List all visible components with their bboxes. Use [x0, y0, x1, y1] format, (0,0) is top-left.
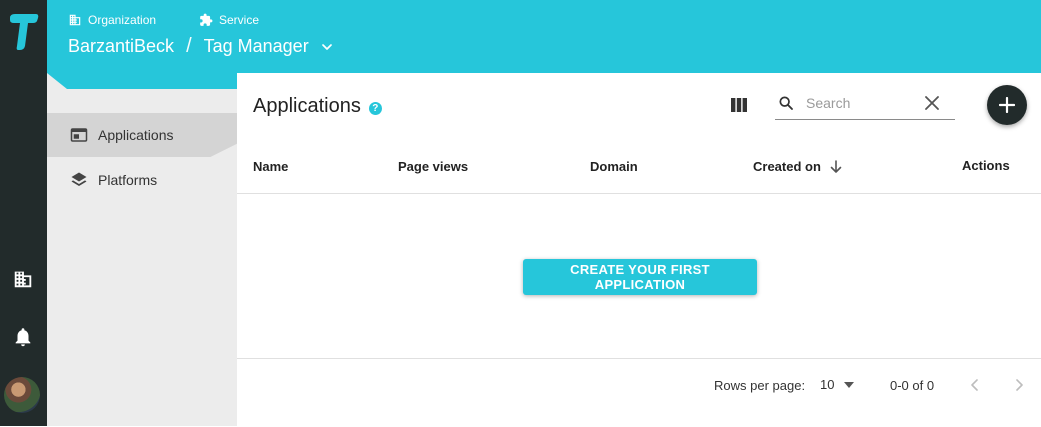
column-header-label: Created on [753, 159, 821, 174]
breadcrumb-separator: / [186, 35, 192, 57]
organization-small-icon [69, 14, 81, 26]
search-icon [779, 96, 793, 110]
secondary-nav: Applications Platforms [47, 73, 237, 426]
column-header-name[interactable]: Name [253, 159, 288, 174]
columns-view-icon[interactable] [731, 98, 747, 112]
chevron-down-icon[interactable] [319, 39, 335, 55]
arrow-down-icon [830, 159, 842, 173]
caret-down-icon [844, 381, 855, 388]
organization-crumb-label: Organization [68, 13, 156, 27]
nav-item-applications[interactable]: Applications [47, 113, 237, 157]
previous-page-icon[interactable] [966, 376, 984, 394]
layers-icon [71, 172, 87, 186]
service-name-link[interactable]: Tag Manager [204, 36, 309, 57]
user-avatar[interactable] [4, 377, 40, 413]
application-window-icon [70, 128, 88, 142]
close-icon[interactable] [925, 96, 939, 110]
rows-per-page-label: Rows per page: [714, 378, 806, 393]
service-label: Service [219, 13, 260, 27]
table-header: Name Page views Domain Created on Action… [237, 145, 1041, 194]
nav-item-label: Applications [98, 127, 174, 143]
column-header-label: Page views [398, 159, 469, 174]
rows-per-page-value: 10 [820, 377, 835, 392]
page-title: Applications ? [253, 95, 382, 118]
add-application-button[interactable] [987, 85, 1027, 125]
column-header-label: Actions [962, 158, 1010, 173]
app-logo[interactable] [8, 12, 40, 52]
plus-icon [999, 97, 1015, 113]
app-rail [0, 0, 47, 426]
organization-icon[interactable] [12, 268, 34, 290]
search-field [775, 90, 955, 120]
header-notch [47, 73, 237, 89]
top-header: Organization Service BarzantiBeck / Tag … [47, 0, 1041, 73]
nav-item-label: Platforms [98, 172, 158, 188]
column-header-label: Domain [590, 159, 638, 174]
column-header-page-views[interactable]: Page views [398, 159, 468, 174]
breadcrumb: BarzantiBeck / Tag Manager [68, 35, 335, 58]
help-icon[interactable]: ? [368, 101, 382, 115]
next-page-icon[interactable] [1010, 376, 1028, 394]
column-header-actions: Actions [962, 158, 1010, 173]
nav-item-platforms[interactable]: Platforms [47, 158, 237, 202]
puzzle-icon [200, 13, 213, 26]
rows-per-page-select[interactable]: 10 [820, 377, 855, 392]
table-pagination: Rows per page: 10 0-0 of 0 [237, 358, 1041, 427]
column-header-domain[interactable]: Domain [590, 159, 638, 174]
column-header-created-on[interactable]: Created on [753, 159, 843, 174]
main-content: Applications ? Name Page views Domain [237, 73, 1041, 426]
column-header-label: Name [253, 159, 289, 174]
create-first-application-button[interactable]: CREATE YOUR FIRST APPLICATION [523, 259, 757, 295]
search-input[interactable] [804, 94, 918, 112]
pagination-range: 0-0 of 0 [890, 378, 935, 393]
service-crumb-label: Service [199, 13, 259, 27]
organization-name-link[interactable]: BarzantiBeck [68, 36, 174, 57]
notifications-bell-icon[interactable] [12, 326, 34, 348]
organization-label: Organization [88, 13, 157, 27]
page-title-text: Applications [253, 95, 361, 117]
